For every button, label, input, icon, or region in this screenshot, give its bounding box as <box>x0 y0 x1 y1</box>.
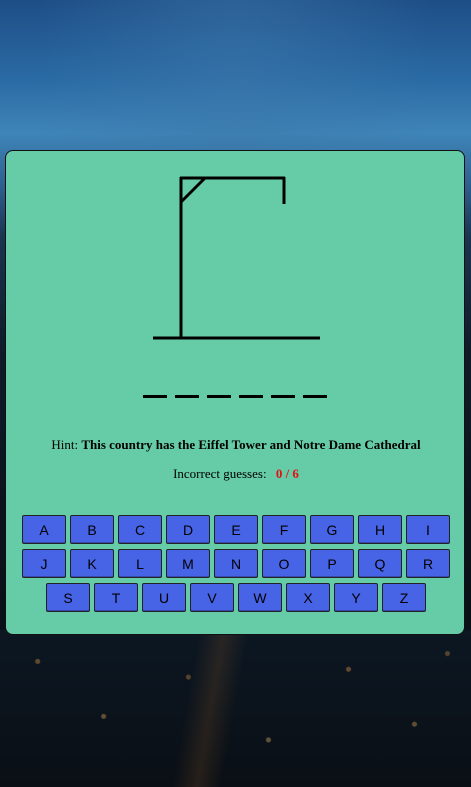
guesses-label: Incorrect guesses: <box>173 466 267 481</box>
letter-key-e[interactable]: E <box>214 515 258 544</box>
letter-key-j[interactable]: J <box>22 549 66 578</box>
word-blanks <box>5 395 465 398</box>
letter-key-c[interactable]: C <box>118 515 162 544</box>
game-card: Hint: This country has the Eiffel Tower … <box>5 150 465 635</box>
letter-key-w[interactable]: W <box>238 583 282 612</box>
letter-key-r[interactable]: R <box>406 549 450 578</box>
hint: Hint: This country has the Eiffel Tower … <box>6 437 466 453</box>
hint-text: This country has the Eiffel Tower and No… <box>81 437 421 452</box>
letter-key-m[interactable]: M <box>166 549 210 578</box>
letter-key-o[interactable]: O <box>262 549 306 578</box>
letter-key-i[interactable]: I <box>406 515 450 544</box>
letter-key-s[interactable]: S <box>46 583 90 612</box>
letter-blank <box>303 395 327 398</box>
letter-key-n[interactable]: N <box>214 549 258 578</box>
gallows-drawing <box>153 176 320 340</box>
letter-key-z[interactable]: Z <box>382 583 426 612</box>
letter-blank <box>239 395 263 398</box>
letter-blank <box>143 395 167 398</box>
letter-key-x[interactable]: X <box>286 583 330 612</box>
letter-key-b[interactable]: B <box>70 515 114 544</box>
city-background <box>0 630 471 787</box>
letter-key-p[interactable]: P <box>310 549 354 578</box>
gallows-brace <box>179 176 207 204</box>
keyboard-row: JKLMNOPQR <box>6 549 466 578</box>
letter-key-t[interactable]: T <box>94 583 138 612</box>
letter-blank <box>175 395 199 398</box>
letter-keyboard: ABCDEFGHI JKLMNOPQR STUVWXYZ <box>6 515 466 617</box>
letter-key-q[interactable]: Q <box>358 549 402 578</box>
keyboard-row: STUVWXYZ <box>6 583 466 612</box>
letter-blank <box>207 395 231 398</box>
letter-key-h[interactable]: H <box>358 515 402 544</box>
letter-key-v[interactable]: V <box>190 583 234 612</box>
incorrect-guesses: Incorrect guesses: 0 / 6 <box>6 466 466 482</box>
letter-key-l[interactable]: L <box>118 549 162 578</box>
letter-key-d[interactable]: D <box>166 515 210 544</box>
keyboard-row: ABCDEFGHI <box>6 515 466 544</box>
letter-key-g[interactable]: G <box>310 515 354 544</box>
hint-label: Hint: <box>51 437 79 452</box>
letter-blank <box>271 395 295 398</box>
letter-key-y[interactable]: Y <box>334 583 378 612</box>
letter-key-u[interactable]: U <box>142 583 186 612</box>
guesses-count: 0 / 6 <box>275 466 299 481</box>
letter-key-k[interactable]: K <box>70 549 114 578</box>
letter-key-a[interactable]: A <box>22 515 66 544</box>
letter-key-f[interactable]: F <box>262 515 306 544</box>
